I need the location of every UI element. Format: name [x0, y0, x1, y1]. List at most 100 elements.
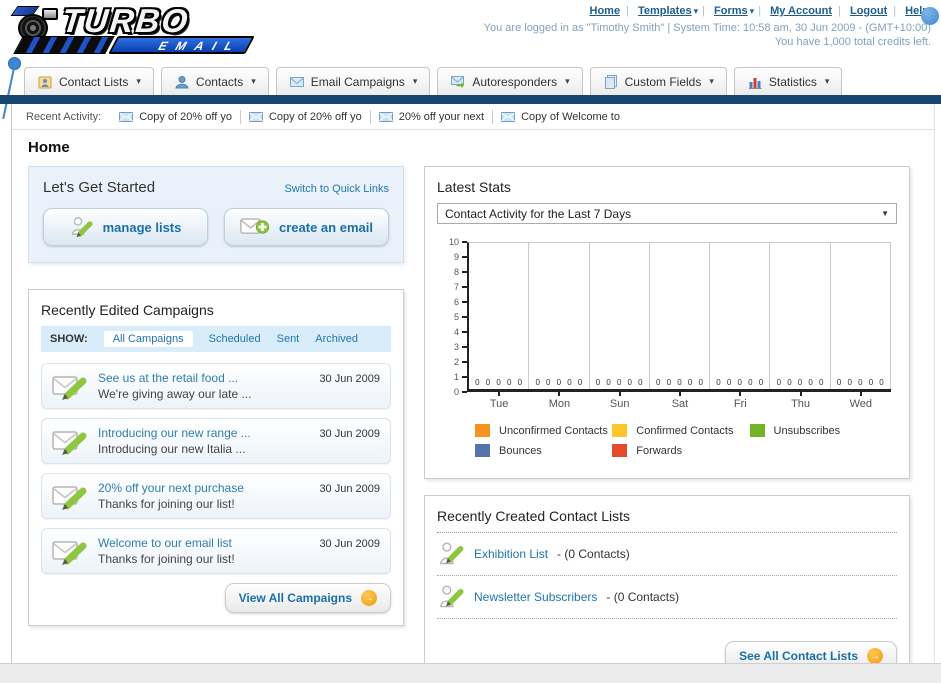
y-tick-label: 4 [453, 327, 459, 337]
create-email-button[interactable]: create an email [224, 208, 389, 246]
recently-edited-campaigns-panel: Recently Edited Campaigns SHOW: All Camp… [28, 289, 404, 626]
campaign-row[interactable]: Welcome to our email list Thanks for joi… [41, 528, 391, 574]
x-tick-label: Tue [469, 392, 529, 410]
envelope-icon [119, 111, 134, 122]
chevron-down-icon: ▾ [412, 76, 418, 86]
view-all-campaigns-button[interactable]: View All Campaigns → [224, 583, 391, 613]
arrow-right-icon: → [867, 648, 883, 663]
two-column-layout: Let's Get Started Switch to Quick Links … [12, 166, 934, 663]
legend-swatch [612, 444, 628, 457]
chart-value: 0 [677, 378, 682, 387]
contacts-icon [175, 75, 189, 88]
app-logo[interactable]: TURBO EMAIL [10, 2, 261, 56]
filter-scheduled[interactable]: Scheduled [209, 333, 261, 345]
nav-my-account-link[interactable]: My Account [770, 5, 832, 17]
x-tick-label: Mon [529, 392, 589, 410]
legend-label: Bounces [499, 444, 542, 457]
tab-contacts[interactable]: Contacts ▾ [160, 67, 269, 95]
contact-lists-panel-title: Recently Created Contact Lists [437, 508, 630, 524]
chart-value: 0 [847, 378, 852, 387]
chart-value: 0 [776, 378, 782, 387]
recent-activity-item[interactable]: Copy of 20% off yo [119, 111, 232, 123]
campaign-subtitle: Thanks for joining our list! [98, 497, 235, 511]
chart-x-axis: Tue Mon Sun Sat Fri Thu Wed [469, 392, 891, 410]
contact-list-row[interactable]: Newsletter Subscribers - (0 Contacts) [437, 576, 897, 619]
get-started-buttons: manage lists create an email [43, 208, 389, 246]
nav-separator: | [893, 5, 897, 17]
chart-plot: 00000000000000000000000000000000000 [467, 242, 891, 392]
tab-autoresponders[interactable]: Autoresponders ▾ [437, 67, 583, 95]
chart-value: 0 [475, 378, 480, 387]
campaign-row[interactable]: 20% off your next purchase Thanks for jo… [41, 473, 391, 519]
stats-period-dropdown[interactable]: Contact Activity for the Last 7 Days ▼ [437, 203, 897, 224]
divider [239, 109, 241, 124]
see-all-contact-lists-button[interactable]: See All Contact Lists → [725, 641, 897, 663]
chart-value: 0 [666, 378, 672, 387]
chart-value: 0 [535, 378, 540, 387]
logo-stripes-decoration [13, 36, 115, 54]
x-tick-label: Wed [831, 392, 891, 410]
show-label: SHOW: [50, 333, 88, 345]
right-column: Latest Stats Contact Activity for the La… [424, 166, 910, 663]
campaign-title-link[interactable]: See us at the retail food ... [98, 371, 309, 386]
campaign-title-link[interactable]: 20% off your next purchase [98, 481, 309, 496]
campaign-row[interactable]: See us at the retail food ... We're givi… [41, 363, 391, 409]
chart-value: 0 [748, 378, 753, 387]
chart-value: 0 [819, 378, 824, 387]
campaigns-footer: View All Campaigns → [41, 583, 391, 613]
campaign-title-link[interactable]: Welcome to our email list [98, 536, 309, 551]
navy-divider-bar [0, 95, 941, 104]
divider [369, 109, 371, 124]
x-category-label: Thu [791, 398, 811, 410]
recent-activity-label: Recent Activity: [26, 110, 102, 123]
filter-archived[interactable]: Archived [315, 333, 358, 345]
filter-all-campaigns[interactable]: All Campaigns [103, 331, 193, 347]
contact-list-count: - (0 Contacts) [606, 590, 680, 604]
campaign-subtitle: Introducing our new Italia ... [98, 442, 246, 456]
contact-activity-chart: 0 1 2 3 4 5 6 7 8 9 10 000000000000000000000000000… [437, 237, 897, 464]
nav-logout-link[interactable]: Logout [850, 5, 887, 17]
filter-sent[interactable]: Sent [277, 333, 300, 345]
chart-value: 0 [787, 378, 792, 387]
tab-contact-lists[interactable]: Contact Lists ▾ [24, 67, 154, 95]
chart-value-labels: 00000 [469, 378, 528, 387]
contact-list-row[interactable]: Exhibition List - (0 Contacts) [437, 533, 897, 576]
tab-statistics[interactable]: Statistics ▾ [733, 67, 843, 95]
tab-custom-fields[interactable]: Custom Fields ▾ [589, 67, 727, 95]
envelope-pencil-icon [52, 430, 87, 455]
nav-home-link[interactable]: Home [590, 5, 621, 17]
contact-list-count: - (0 Contacts) [557, 547, 630, 561]
manage-lists-button[interactable]: manage lists [43, 208, 208, 246]
page-content: Recent Activity: Copy of 20% off yo Copy… [11, 104, 935, 663]
chart-value: 0 [546, 378, 551, 387]
x-tick-mark [859, 392, 862, 396]
campaign-title-link[interactable]: Introducing our new range ... [98, 426, 309, 441]
campaign-subtitle: We're giving away our late ... [98, 387, 252, 401]
chart-value: 0 [577, 378, 583, 387]
top-nav: Home | Templates ▾ | Forms ▾ | My Account | Lo… [588, 5, 939, 25]
tab-email-campaigns[interactable]: Email Campaigns ▾ [275, 67, 431, 95]
recent-activity-item[interactable]: Copy of Welcome to [501, 111, 620, 123]
nav-templates-link[interactable]: Templates [638, 5, 692, 17]
contact-list-link[interactable]: Newsletter Subscribers [474, 590, 597, 604]
contact-lists-footer: See All Contact Lists → [437, 641, 897, 663]
list-pencil-icon [71, 217, 93, 238]
envelope-pencil-icon [52, 540, 87, 565]
recent-activity-item[interactable]: 20% off your next [378, 111, 484, 123]
switch-quick-links-link[interactable]: Switch to Quick Links [284, 183, 389, 195]
chart-value: 0 [879, 378, 884, 387]
campaign-row[interactable]: Introducing our new range ... Introducin… [41, 418, 391, 464]
recent-activity-item[interactable]: Copy of 20% off yo [248, 111, 362, 123]
campaign-subtitle: Thanks for joining our list! [98, 552, 235, 566]
x-category-label: Tue [489, 398, 509, 410]
y-tick-label: 1 [453, 372, 459, 382]
nav-forms-link[interactable]: Forms [714, 5, 748, 17]
chart-value: 0 [656, 378, 661, 387]
logo-title: TURBO [60, 2, 192, 39]
envelope-icon [501, 111, 516, 122]
tab-label: Autoresponders [472, 74, 558, 89]
recently-created-contact-lists-panel: Recently Created Contact Lists Exhibitio… [424, 495, 910, 663]
contact-list-link[interactable]: Exhibition List [474, 547, 548, 561]
credits-text: You have 1,000 total credits left. [774, 36, 931, 48]
chart-group: 00000 [590, 243, 650, 389]
